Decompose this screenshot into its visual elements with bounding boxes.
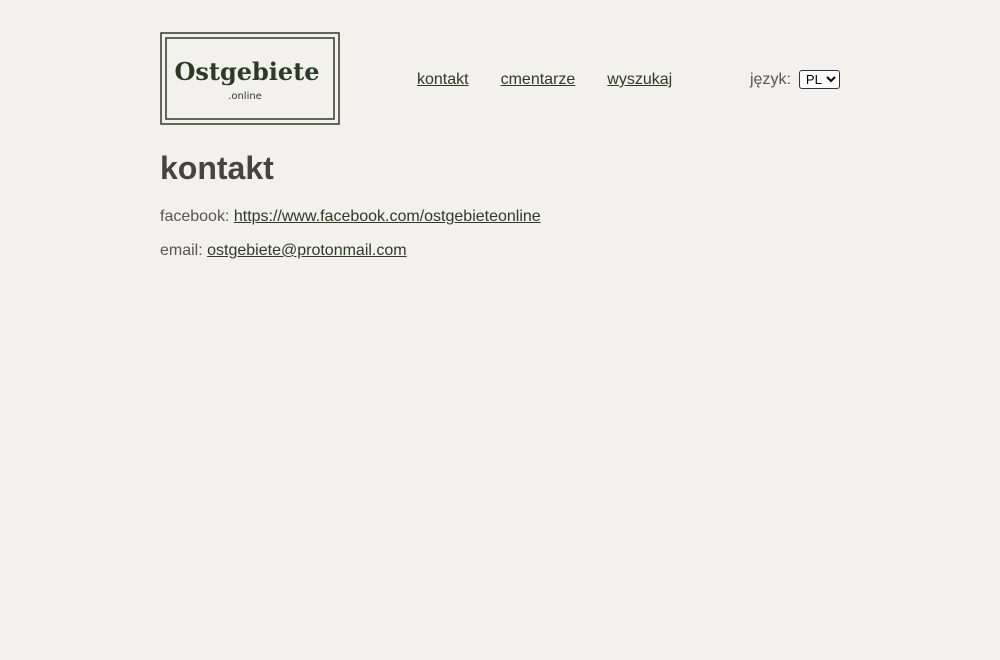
email-line: email: ostgebiete@protonmail.com [160,242,407,260]
page: Ostgebiete .online kontakt cmentarze wys… [0,0,1000,660]
language-select[interactable]: PL [798,70,840,89]
nav-item-kontakt[interactable]: kontakt [417,71,469,89]
facebook-link[interactable]: https://www.facebook.com/ostgebieteonlin… [234,208,541,225]
page-title: kontakt [160,150,274,186]
language-selector: język: PL [750,70,840,89]
site-logo[interactable]: Ostgebiete .online [160,32,340,125]
nav-item-cmentarze[interactable]: cmentarze [501,71,576,89]
facebook-line: facebook: https://www.facebook.com/ostge… [160,208,541,226]
language-label: język: [750,70,791,88]
main-nav: kontakt cmentarze wyszukaj [417,71,672,89]
nav-item-wyszukaj[interactable]: wyszukaj [607,71,672,89]
logo-title: Ostgebiete [174,57,319,86]
logo-subtitle: .online [228,91,262,102]
email-label: email: [160,242,203,259]
logo-frame: Ostgebiete .online [160,32,340,125]
facebook-label: facebook: [160,208,230,225]
email-link[interactable]: ostgebiete@protonmail.com [207,242,406,259]
